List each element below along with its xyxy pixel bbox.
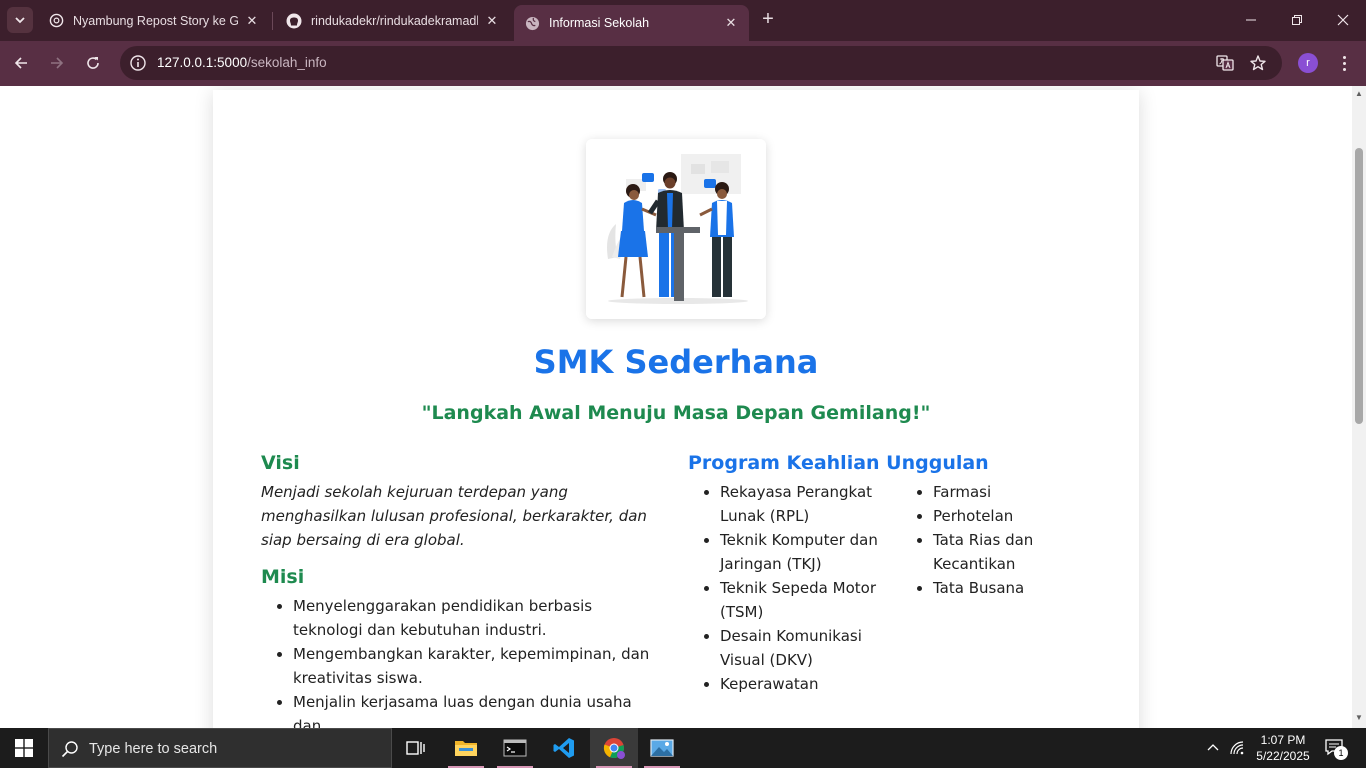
start-button[interactable] <box>0 728 48 768</box>
browser-toolbar: 127.0.0.1:5000/sekolah_info r <box>0 41 1366 86</box>
arrow-right-icon <box>51 57 64 69</box>
windows-logo-icon <box>15 739 33 757</box>
tab-chatgpt[interactable]: Nyambung Repost Story ke GitHub ✕ <box>38 5 270 36</box>
tab-divider <box>272 12 273 30</box>
scroll-up-arrow-icon[interactable]: ▲ <box>1355 90 1363 98</box>
program-section: Program Keahlian Unggulan Rekayasa Peran… <box>688 452 1108 696</box>
school-illustration <box>586 139 766 319</box>
minimize-button[interactable] <box>1228 0 1274 40</box>
misi-item: Mengembangkan karakter, kepemimpinan, da… <box>293 642 661 690</box>
task-view-icon <box>406 741 425 755</box>
visi-heading: Visi <box>261 452 300 474</box>
bookmark-star-icon[interactable] <box>1249 54 1267 72</box>
search-icon <box>61 741 78 758</box>
misi-item: Menjalin kerjasama luas dengan dunia usa… <box>293 690 661 728</box>
misi-list: Menyelenggarakan pendidikan berbasis tek… <box>261 594 661 728</box>
network-status-button[interactable] <box>1228 738 1248 758</box>
search-placeholder: Type here to search <box>89 741 218 757</box>
forward-button[interactable] <box>44 50 70 76</box>
taskbar-chrome[interactable] <box>590 728 638 768</box>
school-name-heading: SMK Sederhana <box>533 343 819 381</box>
chevron-down-icon <box>15 17 25 24</box>
tab-github[interactable]: rindukadekr/rindukadekramadh ✕ <box>276 5 510 36</box>
tab-title: Nyambung Repost Story ke GitHub <box>73 13 238 28</box>
notification-count-badge: 1 <box>1334 746 1348 760</box>
close-tab-icon[interactable]: ✕ <box>484 13 500 29</box>
close-tab-icon[interactable]: ✕ <box>723 15 739 31</box>
program-item: Farmasi <box>933 480 1101 504</box>
clock-date: 5/22/2025 <box>1256 749 1310 763</box>
tab-title: Informasi Sekolah <box>549 16 650 30</box>
close-tab-icon[interactable]: ✕ <box>244 13 260 29</box>
page-viewport: SMK Sederhana "Langkah Awal Menuju Masa … <box>0 86 1352 728</box>
scrollbar-thumb[interactable] <box>1355 148 1363 424</box>
visi-text: Menjadi sekolah kejuruan terdepan yang m… <box>261 483 647 549</box>
program-item: Teknik Sepeda Motor (TSM) <box>720 576 901 624</box>
program-item: Tata Rias dan Kecantikan <box>933 528 1101 576</box>
program-item: Rekayasa Perangkat Lunak (RPL) <box>720 480 901 528</box>
url-text: 127.0.0.1:5000/sekolah_info <box>157 55 327 70</box>
folder-icon <box>455 741 477 756</box>
restore-icon <box>1292 15 1302 25</box>
taskbar-search-box[interactable]: Type here to search <box>48 728 392 768</box>
windows-taskbar: Type here to search 1:07 PM 5/22/2025 1 <box>0 728 1366 768</box>
tab-informasi-sekolah[interactable]: Informasi Sekolah ✕ <box>514 5 749 41</box>
browser-tab-strip: Nyambung Repost Story ke GitHub ✕ rinduk… <box>0 0 1366 41</box>
page-scrollbar[interactable]: ▲ ▼ <box>1352 86 1366 728</box>
photos-icon <box>650 739 674 757</box>
scroll-down-arrow-icon[interactable]: ▼ <box>1355 714 1363 722</box>
close-window-button[interactable] <box>1320 0 1366 40</box>
tab-search-button[interactable] <box>7 7 33 33</box>
misi-heading: Misi <box>261 566 305 588</box>
taskbar-vscode[interactable] <box>540 728 588 768</box>
site-info-icon[interactable] <box>129 54 147 72</box>
people-illustration <box>586 139 766 319</box>
github-icon <box>286 13 302 29</box>
program-heading: Program Keahlian Unggulan <box>688 452 989 474</box>
school-info-card: SMK Sederhana "Langkah Awal Menuju Masa … <box>213 90 1139 728</box>
program-list-column-1: Rekayasa Perangkat Lunak (RPL) Teknik Ko… <box>688 480 901 696</box>
system-clock[interactable]: 1:07 PM 5/22/2025 <box>1248 732 1318 764</box>
chatgpt-icon <box>48 13 64 29</box>
close-icon <box>1337 14 1349 26</box>
reload-button[interactable] <box>80 50 106 76</box>
browser-menu-button[interactable] <box>1334 52 1354 74</box>
visi-misi-section: Visi Menjadi sekolah kejuruan terdepan y… <box>261 452 661 728</box>
tab-title: rindukadekr/rindukadekramadh <box>311 13 478 28</box>
chrome-icon <box>603 738 625 759</box>
clock-time: 1:07 PM <box>1260 733 1306 747</box>
profile-avatar[interactable]: r <box>1298 53 1318 73</box>
program-item: Keperawatan <box>720 672 901 696</box>
program-item: Perhotelan <box>933 504 1101 528</box>
arrow-left-icon <box>14 57 27 69</box>
wifi-icon <box>1230 741 1244 755</box>
restore-button[interactable] <box>1274 0 1320 40</box>
program-list-column-2: Farmasi Perhotelan Tata Rias dan Kecanti… <box>901 480 1101 696</box>
back-button[interactable] <box>8 50 34 76</box>
reload-icon <box>87 57 99 69</box>
terminal-icon <box>503 739 527 757</box>
program-item: Teknik Komputer dan Jaringan (TKJ) <box>720 528 901 576</box>
address-bar[interactable]: 127.0.0.1:5000/sekolah_info <box>120 46 1282 80</box>
school-motto: "Langkah Awal Menuju Masa Depan Gemilang… <box>421 402 931 424</box>
url-path: /sekolah_info <box>247 55 327 70</box>
show-hidden-icons-button[interactable] <box>1203 738 1223 758</box>
new-tab-button[interactable]: + <box>757 8 779 30</box>
program-item: Tata Busana <box>933 576 1101 600</box>
misi-item: Menyelenggarakan pendidikan berbasis tek… <box>293 594 661 642</box>
task-view-button[interactable] <box>392 728 440 768</box>
taskbar-file-explorer[interactable] <box>442 728 490 768</box>
notification-center-button[interactable]: 1 <box>1324 738 1348 760</box>
vscode-icon <box>553 738 574 758</box>
program-item: Desain Komunikasi Visual (DKV) <box>720 624 901 672</box>
chevron-up-icon <box>1207 744 1219 751</box>
minimize-icon <box>1246 19 1256 21</box>
globe-icon <box>524 15 540 31</box>
taskbar-terminal[interactable] <box>491 728 539 768</box>
translate-icon[interactable] <box>1216 54 1234 72</box>
url-host: 127.0.0.1:5000 <box>157 55 248 70</box>
taskbar-photos[interactable] <box>638 728 686 768</box>
program-lists: Rekayasa Perangkat Lunak (RPL) Teknik Ko… <box>688 480 1108 696</box>
